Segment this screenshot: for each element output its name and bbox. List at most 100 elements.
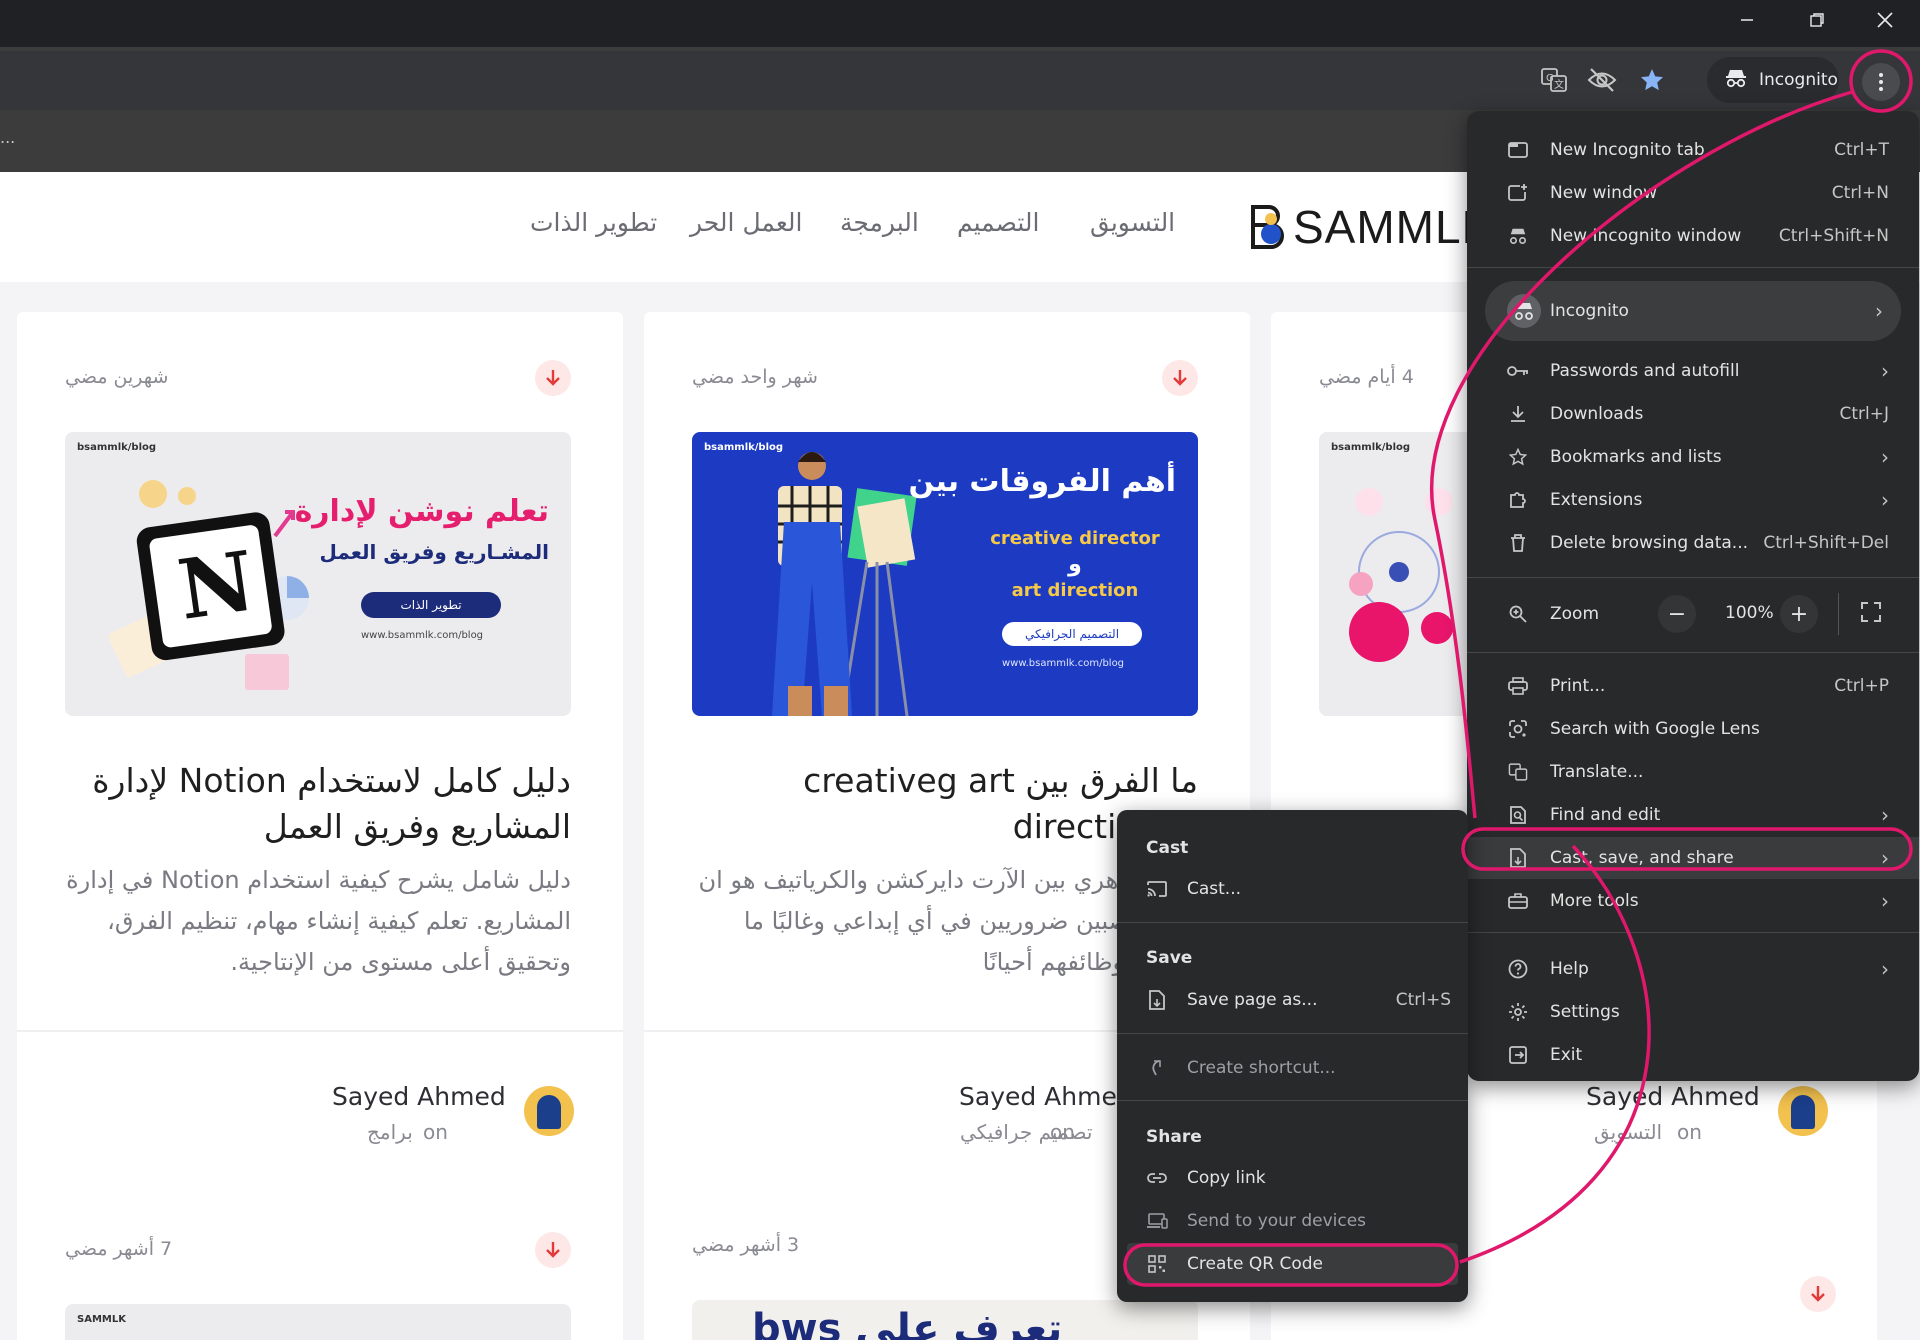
chevron-right-icon: ›	[1875, 299, 1883, 323]
download-arrow-icon[interactable]	[535, 1232, 571, 1268]
zoom-in-button[interactable]: +	[1780, 595, 1818, 633]
link-icon	[1146, 1167, 1168, 1189]
menu-item-exit[interactable]: Exit	[1467, 1034, 1919, 1076]
submenu-separator	[1117, 1100, 1468, 1101]
download-arrow-icon[interactable]	[535, 360, 571, 396]
menu-item-downloads[interactable]: Downloads Ctrl+J	[1467, 393, 1919, 435]
author-name[interactable]: Sayed Ahmed	[959, 1082, 1133, 1111]
menu-separator	[1467, 932, 1919, 933]
chevron-right-icon: ›	[1881, 957, 1889, 981]
devices-icon	[1146, 1210, 1168, 1232]
svg-text:G: G	[1546, 73, 1554, 84]
save-page-icon	[1146, 989, 1168, 1011]
menu-item-bookmarks[interactable]: Bookmarks and lists ›	[1467, 436, 1919, 478]
thumb-line-4: art direction	[1011, 580, 1139, 601]
close-icon[interactable]	[1850, 2, 1920, 38]
article-thumbnail[interactable]: تعرف علي bws	[692, 1300, 1198, 1340]
menu-item-translate[interactable]: Translate...	[1467, 751, 1919, 793]
submenu-item-cast[interactable]: Cast...	[1117, 868, 1468, 910]
author-category[interactable]: برامج	[367, 1120, 413, 1144]
site-logo[interactable]: SAMMLK	[1249, 200, 1493, 254]
avatar[interactable]	[1778, 1086, 1828, 1136]
star-outline-icon	[1507, 446, 1529, 468]
zoom-icon	[1507, 603, 1529, 625]
menu-item-delete-browsing-data[interactable]: Delete browsing data... Ctrl+Shift+Del	[1467, 522, 1919, 564]
menu-separator	[1467, 577, 1919, 578]
menu-item-find-and-edit[interactable]: Find and edit ›	[1467, 794, 1919, 836]
chevron-right-icon: ›	[1881, 889, 1889, 913]
chevron-right-icon: ›	[1881, 359, 1889, 383]
nav-link-marketing[interactable]: التسويق	[1090, 208, 1175, 237]
chevron-right-icon: ›	[1881, 803, 1889, 827]
menu-item-google-lens[interactable]: Search with Google Lens	[1467, 708, 1919, 750]
card-date: 4 أيام مضي	[1319, 366, 1414, 388]
article-card[interactable]: 7 أشهر مضي SAMMLK	[17, 1182, 623, 1340]
thumb-headline-1: أهم الفروقات بين	[908, 464, 1176, 499]
author-category[interactable]: تصميم جرافيكي	[960, 1120, 1092, 1144]
zoom-divider	[1838, 593, 1839, 635]
card-date: شهرين مضي	[65, 366, 169, 388]
thumb-url: www.bsammlk.com/blog	[1002, 658, 1125, 669]
eye-off-icon[interactable]	[1586, 64, 1618, 96]
zoom-out-button[interactable]: −	[1658, 595, 1696, 633]
download-icon	[1507, 403, 1529, 425]
submenu-item-create-qr-code[interactable]: Create QR Code	[1127, 1243, 1458, 1285]
restore-icon[interactable]	[1782, 2, 1852, 38]
nav-link-freelance[interactable]: العمل الحر	[690, 208, 802, 237]
avatar[interactable]	[524, 1086, 574, 1136]
author-name[interactable]: Sayed Ahmed	[332, 1082, 506, 1111]
help-icon	[1507, 958, 1529, 980]
menu-item-new-incognito-window[interactable]: New Incognito window Ctrl+Shift+N	[1467, 215, 1919, 257]
notion-glyph: N	[172, 533, 261, 639]
more-vert-icon[interactable]	[1862, 63, 1900, 101]
chevron-right-icon: ›	[1881, 488, 1889, 512]
submenu-item-save-page[interactable]: Save page as... Ctrl+S	[1117, 979, 1468, 1021]
menu-item-incognito-profile[interactable]: Incognito ›	[1485, 281, 1901, 341]
new-window-icon	[1507, 182, 1529, 204]
menu-item-more-tools[interactable]: More tools ›	[1467, 880, 1919, 922]
download-arrow-icon[interactable]	[1162, 360, 1198, 396]
translate-icon[interactable]: G文	[1538, 64, 1570, 96]
thumb-headline-1: تعلم نوشن لإدارة	[294, 494, 549, 529]
menu-item-new-incognito-tab[interactable]: New Incognito tab Ctrl+T	[1467, 129, 1919, 171]
author-name[interactable]: Sayed Ahmed	[1586, 1082, 1760, 1111]
submenu-item-create-shortcut[interactable]: Create shortcut...	[1117, 1047, 1468, 1089]
menu-item-new-window[interactable]: New window Ctrl+N	[1467, 172, 1919, 214]
menu-item-zoom: Zoom − 100% +	[1467, 589, 1919, 639]
minimize-icon[interactable]	[1712, 2, 1782, 38]
menu-item-print[interactable]: Print... Ctrl+P	[1467, 665, 1919, 707]
nav-link-design[interactable]: التصميم	[957, 208, 1039, 237]
key-icon	[1507, 360, 1529, 382]
star-icon[interactable]	[1636, 64, 1668, 96]
incognito-indicator[interactable]: Incognito	[1707, 57, 1839, 103]
article-thumbnail[interactable]: bsammlk/blog N تعلم نوشن لإدارة المشـاري…	[65, 432, 571, 716]
thumb-snippet: تعرف علي bws	[752, 1306, 1063, 1340]
nav-link-self-development[interactable]: تطوير الذات	[530, 208, 657, 237]
shortcut-icon	[1146, 1057, 1168, 1079]
card-title[interactable]: دليل كامل لاستخدام Notion لإدارة المشاري…	[65, 758, 571, 850]
menu-item-settings[interactable]: Settings	[1467, 991, 1919, 1033]
category-prefix: on	[423, 1120, 448, 1144]
menu-item-help[interactable]: Help ›	[1467, 948, 1919, 990]
logo-mark-icon	[1249, 204, 1287, 250]
fullscreen-icon[interactable]	[1860, 601, 1884, 625]
author-category[interactable]: التسويق	[1594, 1120, 1662, 1144]
thumb-tag: تطوير الذات	[361, 592, 501, 618]
category-prefix: on	[1677, 1120, 1702, 1144]
menu-item-passwords[interactable]: Passwords and autofill ›	[1467, 350, 1919, 392]
article-card[interactable]	[1466, 1222, 1870, 1340]
download-arrow-icon[interactable]	[1800, 1276, 1836, 1312]
chevron-right-icon: ›	[1881, 846, 1889, 870]
puzzle-icon	[1507, 489, 1529, 511]
menu-separator	[1467, 267, 1919, 268]
menu-item-extensions[interactable]: Extensions ›	[1467, 479, 1919, 521]
article-thumbnail[interactable]: SAMMLK	[65, 1304, 571, 1340]
nav-link-programming[interactable]: البرمجة	[840, 208, 919, 237]
print-icon	[1507, 675, 1529, 697]
menu-item-cast-save-share[interactable]: Cast, save, and share ›	[1467, 837, 1919, 879]
cast-save-share-submenu: Cast Cast... Save Save page as... Ctrl+S…	[1117, 810, 1468, 1302]
submenu-item-send-to-devices[interactable]: Send to your devices	[1117, 1200, 1468, 1242]
bookmarks-overflow[interactable]: ...	[0, 128, 15, 147]
article-thumbnail[interactable]: bsammlk/blog أهم الفروقات بين creative d…	[692, 432, 1198, 716]
submenu-item-copy-link[interactable]: Copy link	[1117, 1157, 1468, 1199]
